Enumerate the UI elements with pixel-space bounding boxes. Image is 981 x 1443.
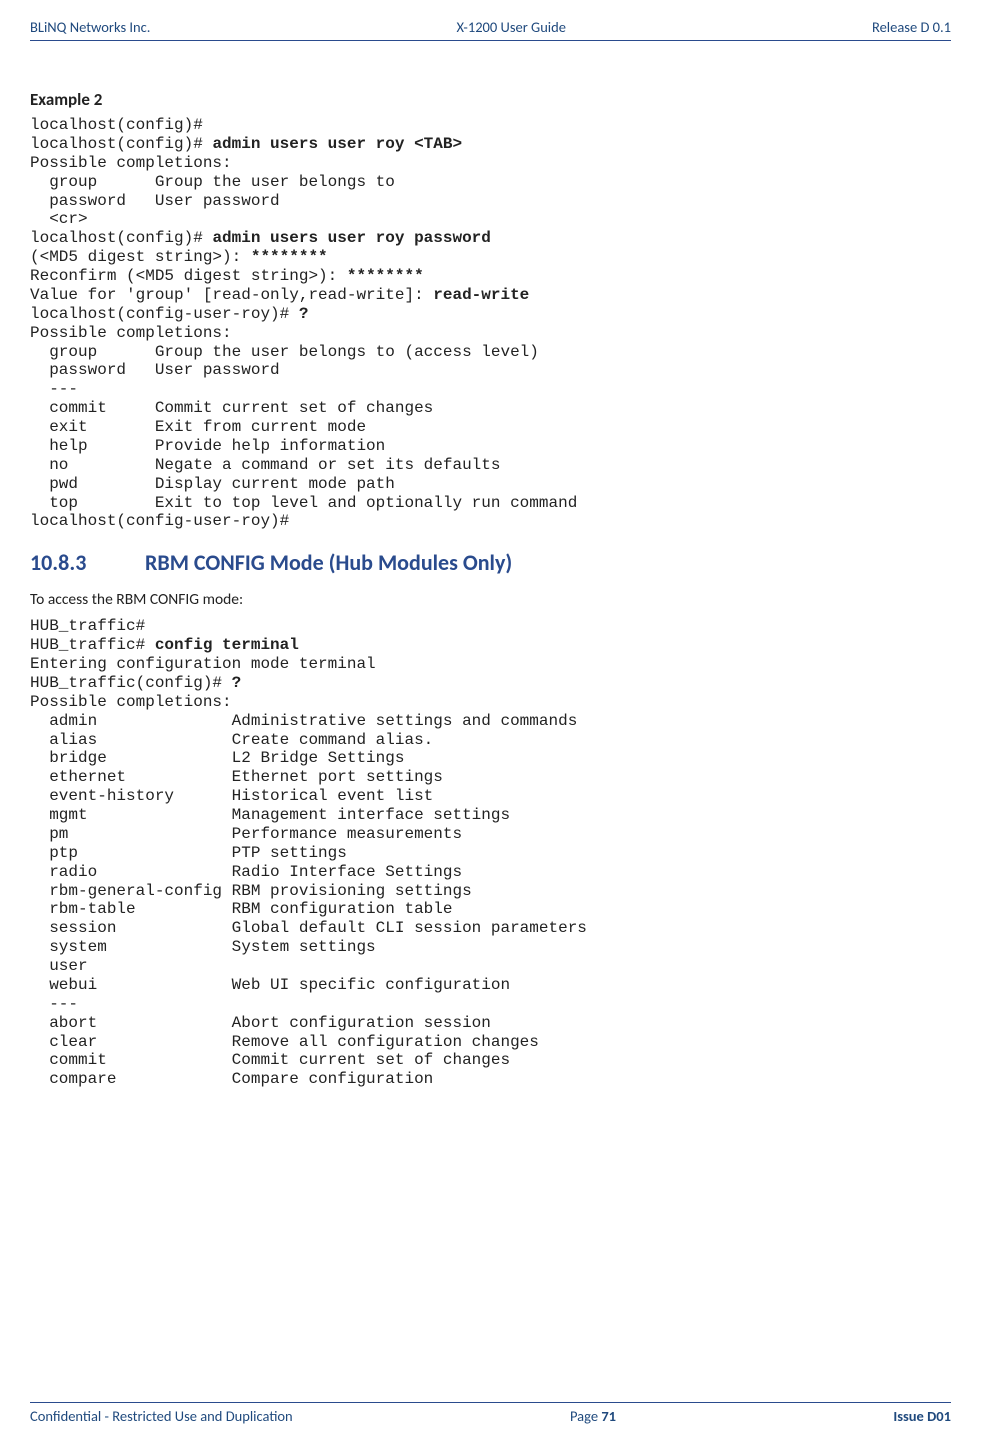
code-bold: ******** [347,267,424,285]
code-bold: admin users user roy <TAB> [212,135,462,153]
code-line: group Group the user belongs to [30,173,395,191]
code-line: pwd Display current mode path [30,475,395,493]
code-bold: ? [299,305,309,323]
page-content: Example 2 localhost(config)# localhost(c… [30,89,951,1362]
code-line: rbm-general-config RBM provisioning sett… [30,882,472,900]
code-line: clear Remove all configuration changes [30,1033,539,1051]
code-line: localhost(config-user-roy)# [30,512,289,530]
code-line: bridge L2 Bridge Settings [30,749,404,767]
code-line: session Global default CLI session param… [30,919,587,937]
code-line: password User password [30,192,280,210]
header-title: X-1200 User Guide [456,18,566,36]
code-line: <cr> [30,210,88,228]
code-line: rbm-table RBM configuration table [30,900,452,918]
code-line: --- [30,995,78,1013]
footer-issue: Issue D01 [893,1407,951,1425]
header-company: BLiNQ Networks Inc. [30,18,150,36]
code-line: radio Radio Interface Settings [30,863,462,881]
code-line: commit Commit current set of changes [30,1051,510,1069]
code-line: ptp PTP settings [30,844,347,862]
code-line: group Group the user belongs to (access … [30,343,539,361]
code-line: Possible completions: [30,324,232,342]
code-line: event-history Historical event list [30,787,433,805]
code-line: HUB_traffic# [30,617,145,635]
code-line: HUB_traffic# [30,636,155,654]
code-bold: config terminal [155,636,299,654]
code-line: password User password [30,361,280,379]
section-heading: 10.8.3RBM CONFIG Mode (Hub Modules Only) [30,549,951,576]
code-line: alias Create command alias. [30,731,433,749]
footer-page: Page 71 [570,1407,616,1425]
code-line: Entering configuration mode terminal [30,655,376,673]
code-line: system System settings [30,938,376,956]
code-block-2: HUB_traffic# HUB_traffic# config termina… [30,617,951,1089]
code-line: localhost(config-user-roy)# [30,305,299,323]
code-bold: ******** [251,248,328,266]
code-line: localhost(config)# [30,229,212,247]
code-line: Reconfirm (<MD5 digest string>): [30,267,347,285]
code-line: localhost(config)# [30,116,203,134]
code-line: localhost(config)# [30,135,212,153]
code-line: mgmt Management interface settings [30,806,510,824]
code-line: user [30,957,88,975]
code-line: HUB_traffic(config)# [30,674,232,692]
code-block-1: localhost(config)# localhost(config)# ad… [30,116,951,531]
example-heading: Example 2 [30,89,951,110]
footer-page-number: 71 [601,1407,616,1425]
code-line: Possible completions: [30,154,232,172]
code-line: Value for 'group' [read-only,read-write]… [30,286,433,304]
code-bold: ? [232,674,242,692]
code-line: top Exit to top level and optionally run… [30,494,577,512]
code-line: --- [30,380,78,398]
section-intro: To access the RBM CONFIG mode: [30,590,951,609]
code-line: compare Compare configuration [30,1070,433,1088]
code-bold: admin users user roy password [212,229,490,247]
code-line: no Negate a command or set its defaults [30,456,500,474]
footer-confidential: Confidential - Restricted Use and Duplic… [30,1407,293,1425]
section-title-text: RBM CONFIG Mode (Hub Modules Only) [145,549,512,576]
page-footer: Confidential - Restricted Use and Duplic… [30,1402,951,1425]
code-line: abort Abort configuration session [30,1014,491,1032]
code-line: exit Exit from current mode [30,418,366,436]
code-line: admin Administrative settings and comman… [30,712,577,730]
section-number: 10.8.3 [30,549,145,576]
code-line: Possible completions: [30,693,232,711]
code-bold: read-write [433,286,529,304]
code-line: ethernet Ethernet port settings [30,768,443,786]
code-line: pm Performance measurements [30,825,462,843]
header-release: Release D 0.1 [872,18,951,36]
code-line: help Provide help information [30,437,385,455]
code-line: (<MD5 digest string>): [30,248,251,266]
code-line: commit Commit current set of changes [30,399,433,417]
code-line: webui Web UI specific configuration [30,976,510,994]
page-header: BLiNQ Networks Inc. X-1200 User Guide Re… [30,18,951,41]
